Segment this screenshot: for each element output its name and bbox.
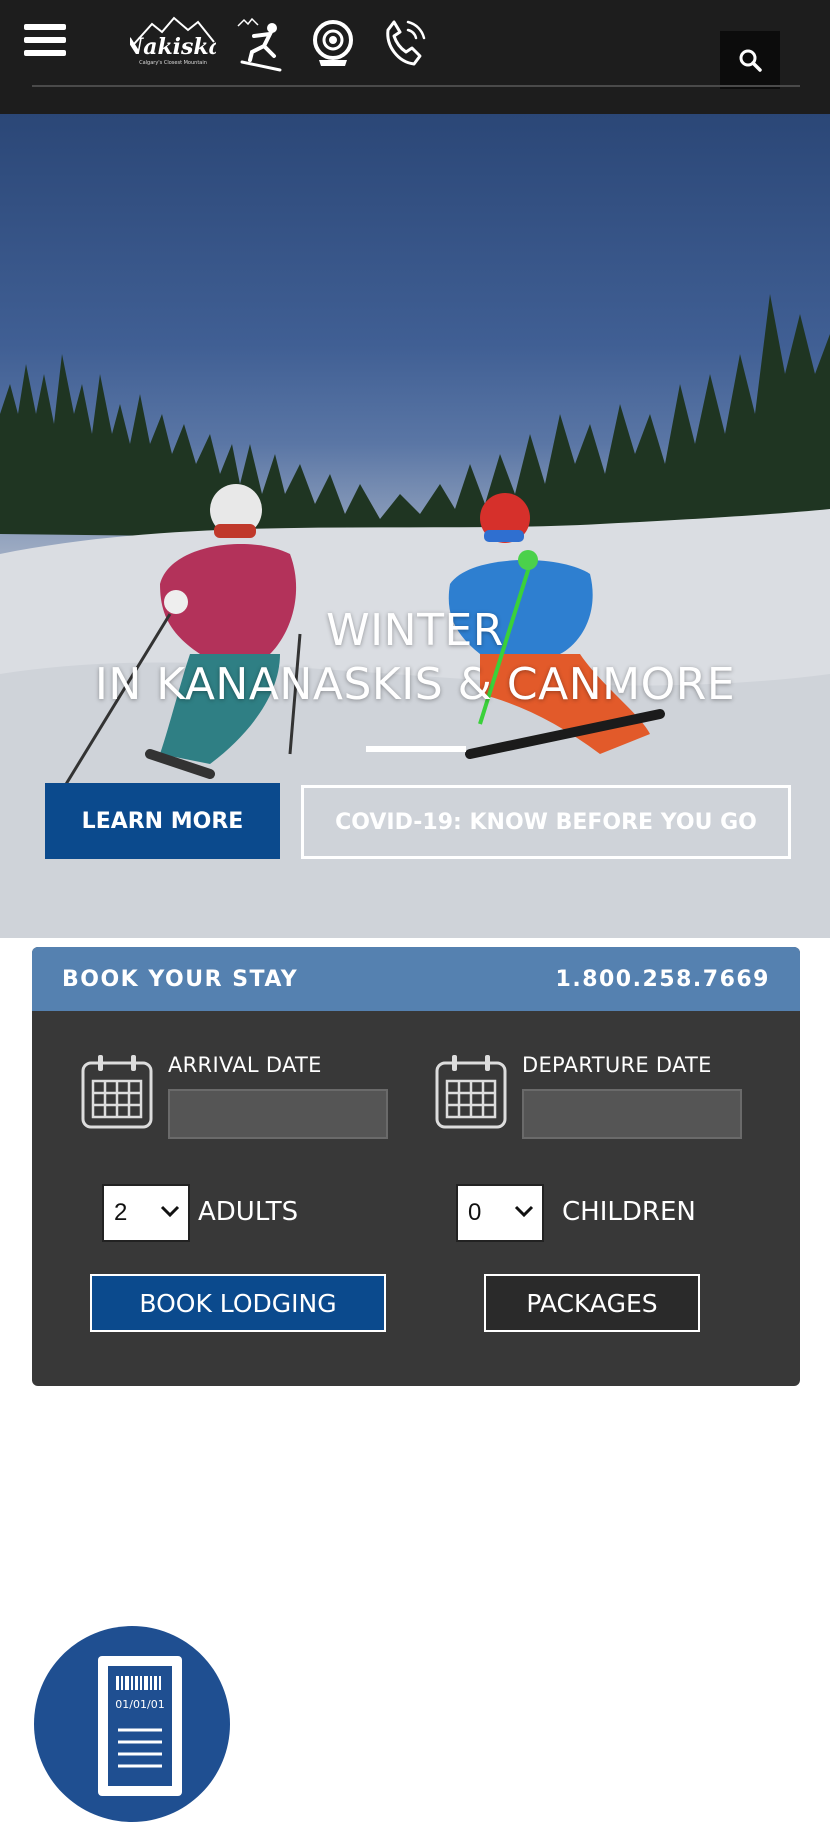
search-icon [739, 49, 762, 72]
site-header: Nakiska Calgary's Closest Mountain [0, 0, 830, 114]
chevron-down-icon [160, 1205, 180, 1218]
learn-more-button[interactable]: LEARN MORE [45, 783, 280, 859]
svg-text:Calgary's Closest Mountain: Calgary's Closest Mountain [139, 60, 207, 66]
departure-calendar-icon[interactable] [434, 1053, 508, 1131]
hero-title-line2: IN KANANASKIS & CANMORE [94, 659, 736, 710]
webcam-icon[interactable] [309, 16, 359, 72]
children-label: CHILDREN [562, 1197, 696, 1227]
children-select-value: 0 [468, 1199, 482, 1226]
children-select[interactable]: 0 [456, 1184, 544, 1242]
chevron-down-icon [514, 1205, 534, 1218]
arrival-date-label: ARRIVAL DATE [168, 1053, 322, 1077]
booking-header: BOOK YOUR STAY 1.800.258.7669 [32, 947, 800, 1011]
book-lodging-button[interactable]: BOOK LODGING [90, 1274, 386, 1332]
hero-divider [366, 746, 466, 752]
booking-widget: BOOK YOUR STAY 1.800.258.7669 ARRIVAL DA… [32, 947, 800, 1386]
booking-heading: BOOK YOUR STAY [62, 966, 299, 992]
search-button[interactable] [720, 31, 780, 89]
adults-label: ADULTS [198, 1197, 299, 1227]
departure-date-input[interactable] [522, 1089, 742, 1139]
menu-icon[interactable] [24, 24, 66, 64]
nakiska-logo[interactable]: Nakiska Calgary's Closest Mountain [122, 14, 223, 68]
packages-button[interactable]: PACKAGES [484, 1274, 700, 1332]
arrival-calendar-icon[interactable] [80, 1053, 154, 1131]
adults-select-value: 2 [114, 1199, 128, 1226]
departure-date-label: DEPARTURE DATE [522, 1053, 712, 1077]
skier-icon[interactable] [236, 16, 286, 72]
arrival-date-input[interactable] [168, 1089, 388, 1139]
covid-info-button[interactable]: COVID-19: KNOW BEFORE YOU GO [301, 785, 791, 859]
lift-ticket-promo[interactable]: 01/01/01 [34, 1626, 230, 1822]
adults-select[interactable]: 2 [102, 1184, 190, 1242]
hero-title-line1: WINTER [326, 605, 504, 656]
phone-icon[interactable] [378, 16, 428, 72]
hero-banner: WINTER IN KANANASKIS & CANMORE LEARN MOR… [0, 114, 830, 938]
svg-text:Nakiska: Nakiska [130, 34, 216, 60]
header-divider [32, 85, 800, 87]
lift-ticket-icon: 01/01/01 [98, 1656, 182, 1796]
hero-title: WINTER IN KANANASKIS & CANMORE [0, 604, 830, 712]
booking-phone-link[interactable]: 1.800.258.7669 [556, 967, 770, 992]
ticket-date-text: 01/01/01 [115, 1698, 164, 1711]
